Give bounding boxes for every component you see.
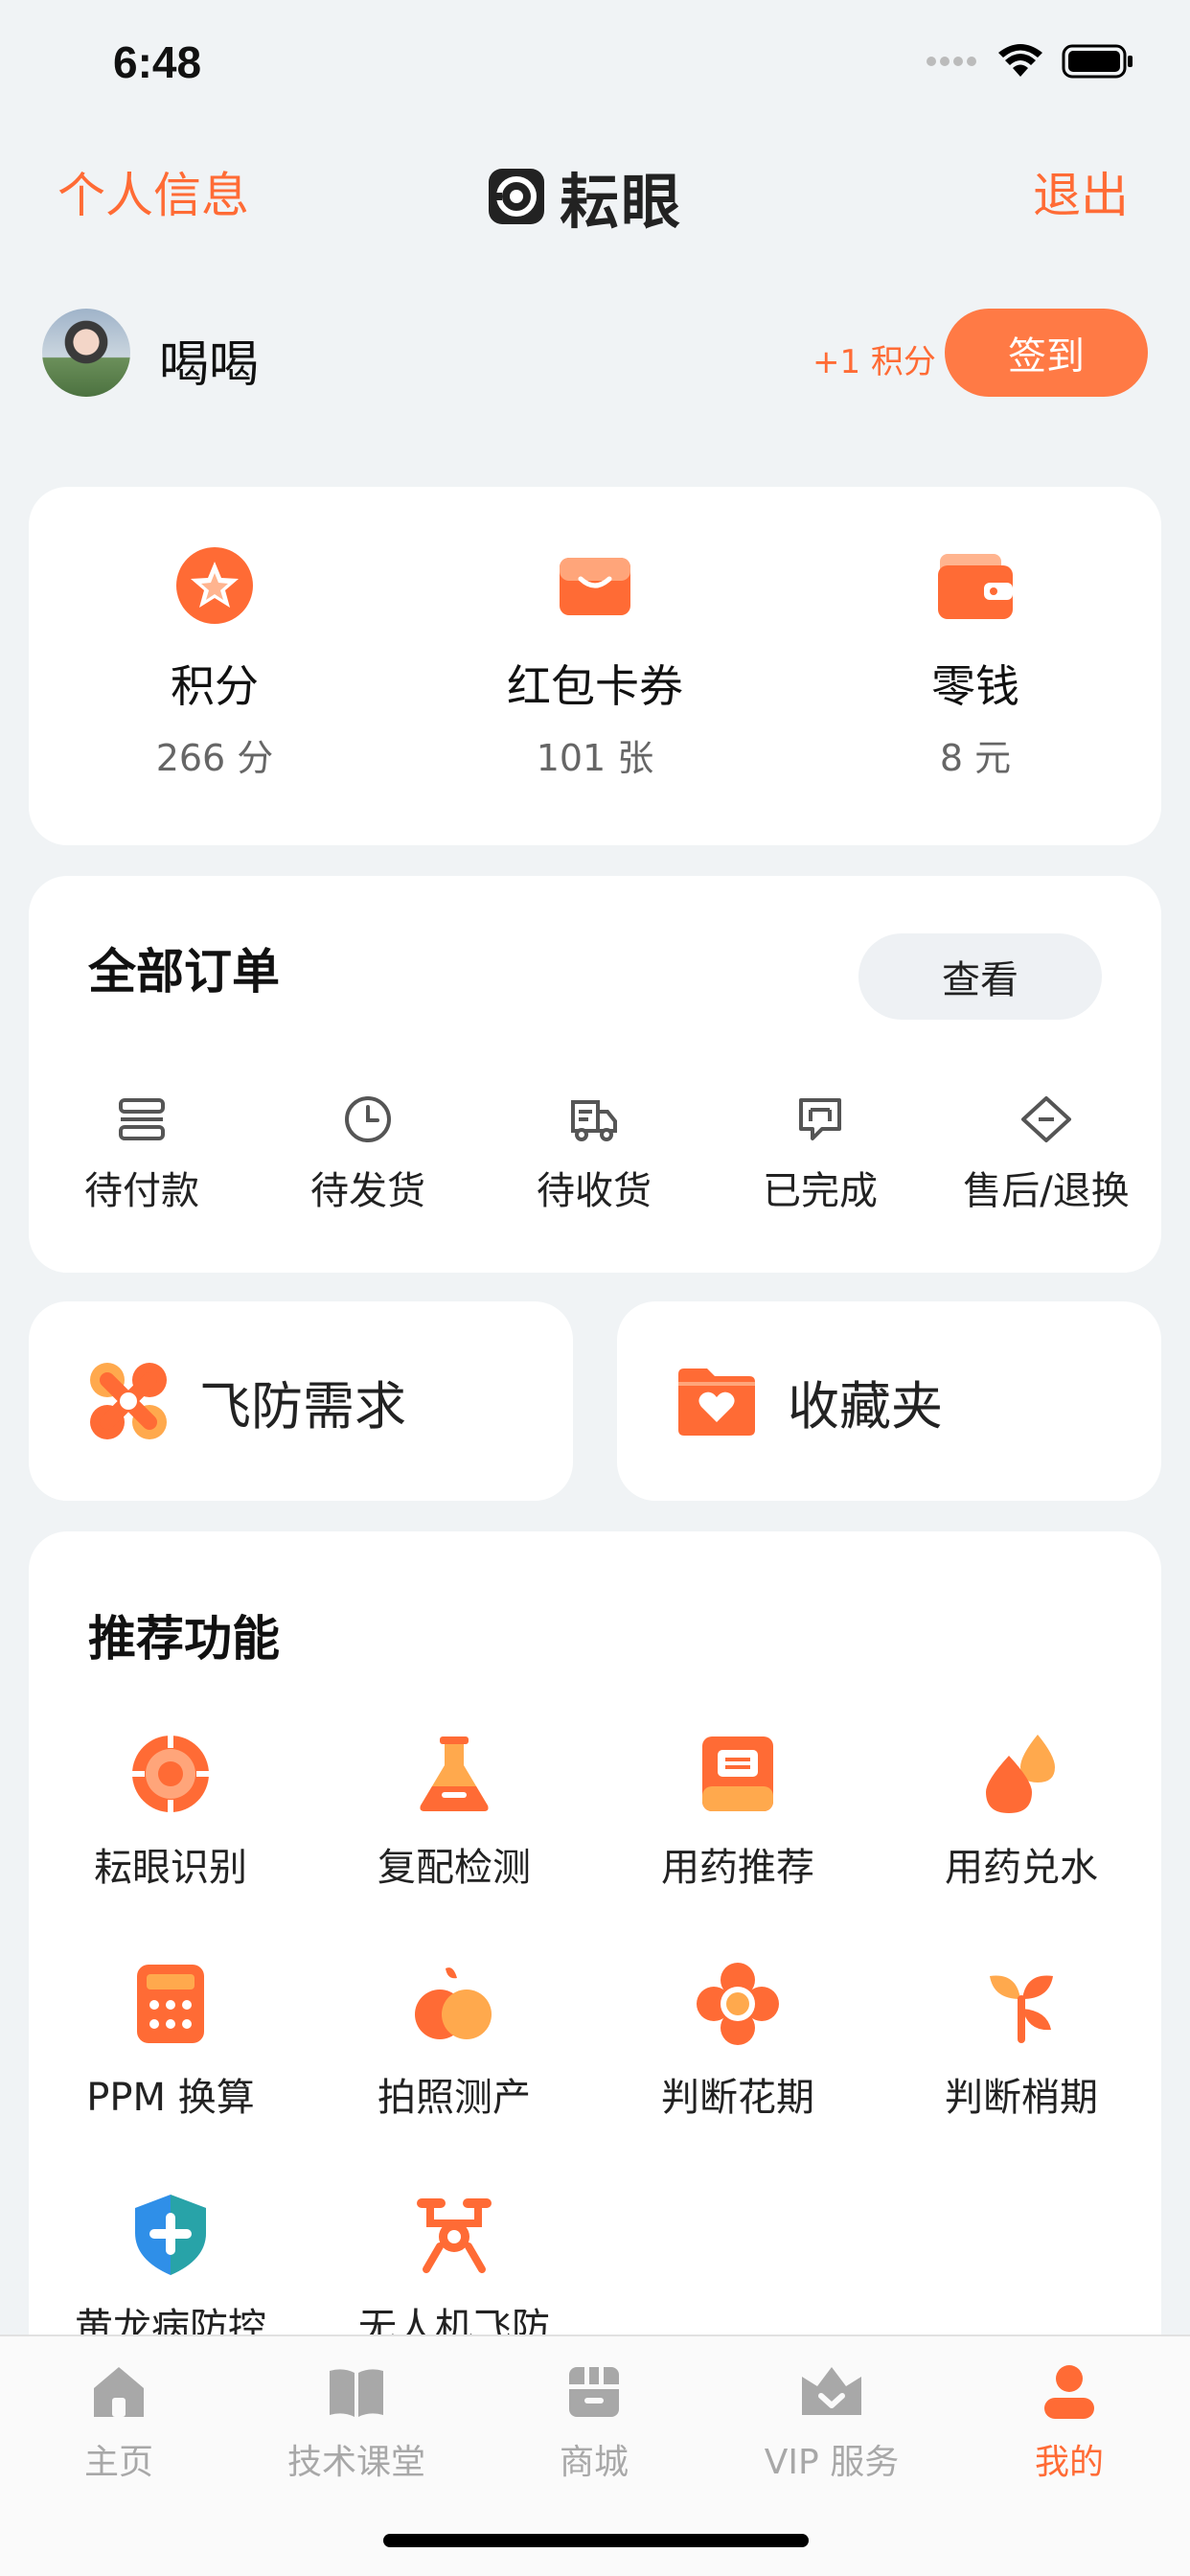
coupon-icon bbox=[560, 558, 630, 615]
rec-label: PPM 换算 bbox=[86, 2076, 255, 2120]
tab-label: 我的 bbox=[1034, 2443, 1104, 2482]
rec-item-dilution[interactable]: 用药兑水 bbox=[880, 1731, 1163, 1892]
drone-icon bbox=[90, 1363, 167, 1439]
rec-label: 耘眼识别 bbox=[94, 1846, 247, 1890]
star-icon bbox=[176, 547, 253, 624]
rec-label: 复配检测 bbox=[378, 1846, 531, 1890]
signin-points-hint: +1 积分 bbox=[812, 343, 936, 381]
order-label: 待发货 bbox=[310, 1169, 425, 1213]
rec-label: 判断花期 bbox=[661, 2076, 814, 2120]
rec-item-shoot-stage[interactable]: 判断梢期 bbox=[880, 1961, 1163, 2122]
crown-icon bbox=[802, 2367, 861, 2415]
order-label: 待收货 bbox=[537, 1169, 652, 1213]
wallet-card: 积分 266 分 红包卡券 101 张 零钱 8 元 bbox=[29, 487, 1161, 845]
wallet-label: 零钱 bbox=[931, 660, 1019, 712]
username: 喝喝 bbox=[159, 336, 260, 394]
wallet-value: 101 张 bbox=[536, 737, 654, 779]
flask-icon bbox=[420, 1736, 489, 1811]
user-icon bbox=[1044, 2365, 1094, 2419]
truck-icon bbox=[571, 1100, 617, 1141]
battery-icon bbox=[1062, 44, 1133, 79]
tag-icon bbox=[1021, 1096, 1071, 1142]
order-pending-receipt[interactable]: 待收货 bbox=[481, 1092, 707, 1215]
wallet-item-balance[interactable]: 零钱 8 元 bbox=[832, 544, 1119, 781]
shop-icon bbox=[569, 2367, 619, 2417]
quick-card-spray-demand[interactable]: 飞防需求 bbox=[29, 1301, 573, 1501]
signin-button[interactable]: 签到 bbox=[945, 309, 1148, 397]
wifi-icon bbox=[998, 44, 1042, 77]
view-orders-button[interactable]: 查看 bbox=[858, 933, 1102, 1020]
tab-label: 主页 bbox=[83, 2443, 153, 2482]
flower-icon bbox=[697, 1963, 779, 2045]
rec-label: 判断梢期 bbox=[945, 2076, 1098, 2120]
wallet-item-points[interactable]: 积分 266 分 bbox=[71, 544, 358, 781]
wallet-label: 红包卡券 bbox=[507, 660, 683, 712]
wallet-value: 266 分 bbox=[155, 737, 274, 779]
rec-item-medicine-recommend[interactable]: 用药推荐 bbox=[596, 1731, 880, 1892]
quick-card-favorites[interactable]: 收藏夹 bbox=[617, 1301, 1161, 1501]
rec-label: 用药兑水 bbox=[945, 1846, 1098, 1890]
book-open-icon bbox=[330, 2369, 383, 2417]
home-icon bbox=[94, 2367, 144, 2417]
rec-item-drone-spraying[interactable]: 无人机飞防 bbox=[312, 2191, 596, 2352]
drops-icon bbox=[986, 1735, 1055, 1813]
calculator-icon bbox=[137, 1965, 204, 2043]
logo-text: 耘眼 bbox=[560, 167, 683, 237]
wallet-item-coupons[interactable]: 红包卡券 101 张 bbox=[451, 544, 739, 781]
orders-title: 全部订单 bbox=[88, 944, 280, 1000]
card-icon bbox=[119, 1098, 165, 1140]
rec-item-compound-test[interactable]: 复配检测 bbox=[312, 1731, 596, 1892]
order-pending-shipment[interactable]: 待发货 bbox=[255, 1092, 481, 1215]
logout-link[interactable]: 退出 bbox=[1033, 157, 1129, 226]
favorite-folder-icon bbox=[678, 1368, 755, 1436]
target-icon bbox=[127, 1731, 214, 1817]
tab-mine[interactable]: 我的 bbox=[954, 2361, 1184, 2484]
fruit-icon bbox=[415, 1967, 492, 2039]
rec-item-photo-yield[interactable]: 拍照测产 bbox=[312, 1961, 596, 2122]
rec-label: 拍照测产 bbox=[378, 2076, 531, 2120]
clock-icon bbox=[345, 1096, 391, 1142]
status-icons bbox=[926, 44, 1134, 79]
tab-home[interactable]: 主页 bbox=[4, 2361, 234, 2484]
wallet-label: 积分 bbox=[171, 660, 259, 712]
quick-label: 收藏夹 bbox=[788, 1375, 943, 1437]
order-label: 已完成 bbox=[763, 1169, 878, 1213]
signal-icon bbox=[927, 57, 976, 66]
order-label: 待付款 bbox=[84, 1169, 199, 1213]
app-logo: 耘眼 bbox=[487, 153, 682, 240]
avatar[interactable] bbox=[42, 309, 130, 397]
wallet-icon bbox=[938, 554, 1013, 619]
rec-label: 用药推荐 bbox=[661, 1846, 814, 1890]
rec-item-yunyan-recognition[interactable]: 耘眼识别 bbox=[29, 1731, 312, 1892]
order-label: 售后/退换 bbox=[963, 1169, 1130, 1213]
wallet-value: 8 元 bbox=[939, 737, 1012, 779]
tab-label: VIP 服务 bbox=[764, 2443, 900, 2482]
quick-label: 飞防需求 bbox=[199, 1375, 406, 1437]
book-icon bbox=[702, 1736, 773, 1811]
rec-item-ppm-conversion[interactable]: PPM 换算 bbox=[29, 1961, 312, 2122]
home-indicator[interactable] bbox=[383, 2534, 809, 2547]
rec-item-flowering-stage[interactable]: 判断花期 bbox=[596, 1961, 880, 2122]
shield-plus-icon bbox=[135, 2195, 206, 2275]
personal-info-link[interactable]: 个人信息 bbox=[57, 157, 249, 226]
tab-label: 技术课堂 bbox=[286, 2443, 425, 2482]
order-completed[interactable]: 已完成 bbox=[707, 1092, 933, 1215]
sprout-icon bbox=[990, 1975, 1053, 2043]
order-after-sales[interactable]: 售后/退换 bbox=[933, 1092, 1159, 1215]
rec-item-hlb-control[interactable]: 黄龙病防控 bbox=[29, 2191, 312, 2352]
orders-card: 全部订单 查看 待付款 待发货 待收货 已完成 售后/退换 bbox=[29, 876, 1161, 1273]
order-pending-payment[interactable]: 待付款 bbox=[29, 1092, 255, 1215]
eye-logo-icon bbox=[489, 169, 544, 224]
recommend-title: 推荐功能 bbox=[88, 1611, 280, 1667]
tab-vip-service[interactable]: VIP 服务 bbox=[717, 2361, 947, 2484]
drone-icon bbox=[417, 2198, 492, 2273]
tab-label: 商城 bbox=[559, 2443, 629, 2482]
tab-tech-class[interactable]: 技术课堂 bbox=[241, 2361, 471, 2484]
tab-shop[interactable]: 商城 bbox=[479, 2361, 709, 2484]
check-box-icon bbox=[799, 1098, 841, 1140]
status-time: 6:48 bbox=[113, 37, 202, 87]
